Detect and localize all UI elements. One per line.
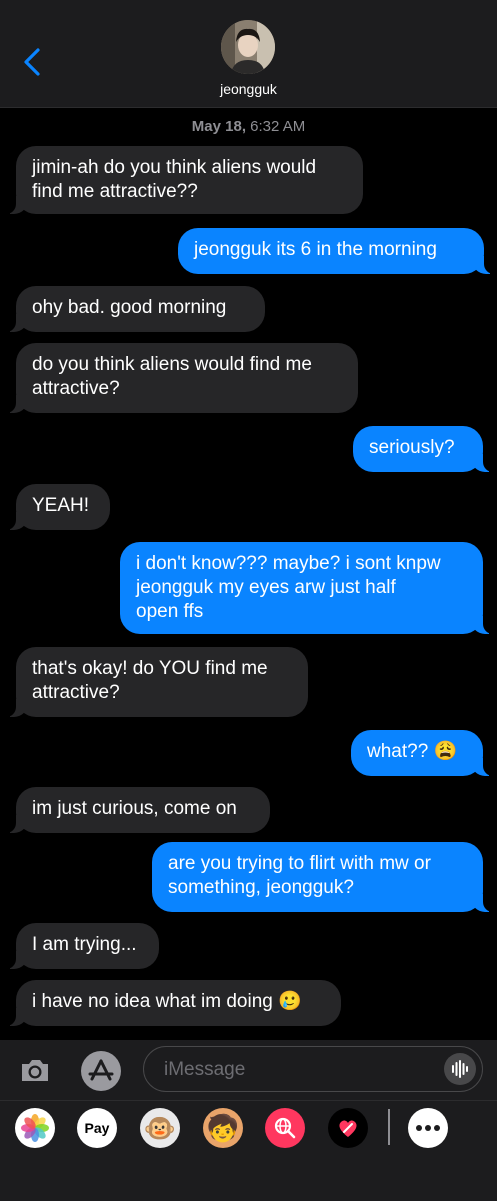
message-bubble-incoming[interactable]: im just curious, come on [4, 787, 270, 833]
message-text: ohy bad. good morning [32, 297, 227, 318]
conversation-header: jeongguk [0, 0, 497, 108]
digital-touch-glyph [339, 1120, 357, 1137]
message-text: i don't know??? maybe? i sont knpw jeong… [136, 553, 441, 622]
app-drawer-divider [388, 1109, 390, 1145]
message-text: jeongguk its 6 in the morning [194, 239, 437, 260]
message-text: i have no idea what im doing 🥲 [32, 991, 302, 1012]
apple-pay-icon[interactable]: Pay [77, 1108, 117, 1148]
message-text: are you trying to flirt with mw or somet… [168, 853, 431, 898]
message-bubble-outgoing[interactable]: seriously? [353, 426, 495, 472]
app-store-glyph [88, 1059, 114, 1081]
message-bubble-incoming[interactable]: YEAH! [4, 484, 110, 530]
camera-icon[interactable] [18, 1053, 52, 1087]
animoji-monkey-icon[interactable]: 🐵 [140, 1108, 180, 1148]
message-bubble-outgoing[interactable]: what?? 😩 [351, 730, 495, 776]
apple-pay-label: Pay [84, 1120, 110, 1136]
app-store-icon[interactable] [81, 1051, 121, 1091]
app-drawer: Pay 🐵 🧒 [0, 1100, 497, 1201]
photos-glyph [21, 1114, 49, 1142]
message-bubble-incoming[interactable]: do you think aliens would find me attrac… [4, 343, 358, 413]
digital-touch-icon[interactable] [328, 1108, 368, 1148]
message-text: I am trying... [32, 934, 137, 955]
more-dots-glyph [416, 1125, 440, 1131]
thread-timestamp: May 18, 6:32 AM [0, 118, 497, 135]
imessage-input[interactable] [162, 1047, 446, 1093]
message-bubble-incoming[interactable]: ohy bad. good morning [4, 286, 265, 332]
avatar[interactable] [221, 20, 275, 74]
waveform-icon[interactable] [444, 1053, 476, 1085]
more-apps-icon[interactable] [408, 1108, 448, 1148]
chevron-left-icon[interactable] [18, 44, 46, 80]
message-bubble-outgoing[interactable]: i don't know??? maybe? i sont knpw jeong… [120, 542, 495, 634]
web-search-glyph [274, 1117, 296, 1139]
contact-name[interactable]: jeongguk [0, 81, 497, 97]
message-bubble-outgoing[interactable]: jeongguk its 6 in the morning [178, 228, 496, 274]
message-text: do you think aliens would find me attrac… [32, 354, 312, 399]
message-bubble-outgoing[interactable]: are you trying to flirt with mw or somet… [152, 842, 495, 912]
memoji-glyph: 🧒 [206, 1112, 240, 1143]
message-text: seriously? [369, 437, 455, 458]
waveform-glyph [452, 1060, 468, 1078]
message-text: YEAH! [32, 495, 90, 516]
message-bubble-incoming[interactable]: I am trying... [4, 923, 159, 969]
message-text: that's okay! do YOU find me attractive? [32, 658, 268, 703]
animoji-monkey-glyph: 🐵 [143, 1112, 177, 1143]
message-bubble-incoming[interactable]: i have no idea what im doing 🥲 [4, 980, 341, 1026]
thread-time: 6:32 AM [250, 118, 306, 135]
web-search-icon[interactable] [265, 1108, 305, 1148]
thread-date: May 18, [191, 118, 246, 135]
message-text: im just curious, come on [32, 798, 237, 819]
memoji-icon[interactable]: 🧒 [203, 1108, 243, 1148]
message-text: what?? 😩 [367, 741, 458, 762]
photos-icon[interactable] [15, 1108, 55, 1148]
message-text: jimin-ah do you think aliens would find … [32, 157, 317, 202]
message-bubble-incoming[interactable]: that's okay! do YOU find me attractive? [4, 647, 308, 717]
message-bubble-incoming[interactable]: jimin-ah do you think aliens would find … [4, 146, 363, 214]
contact-photo [221, 20, 275, 74]
imessage-input-container [143, 1046, 483, 1093]
message-composer [0, 1040, 497, 1100]
